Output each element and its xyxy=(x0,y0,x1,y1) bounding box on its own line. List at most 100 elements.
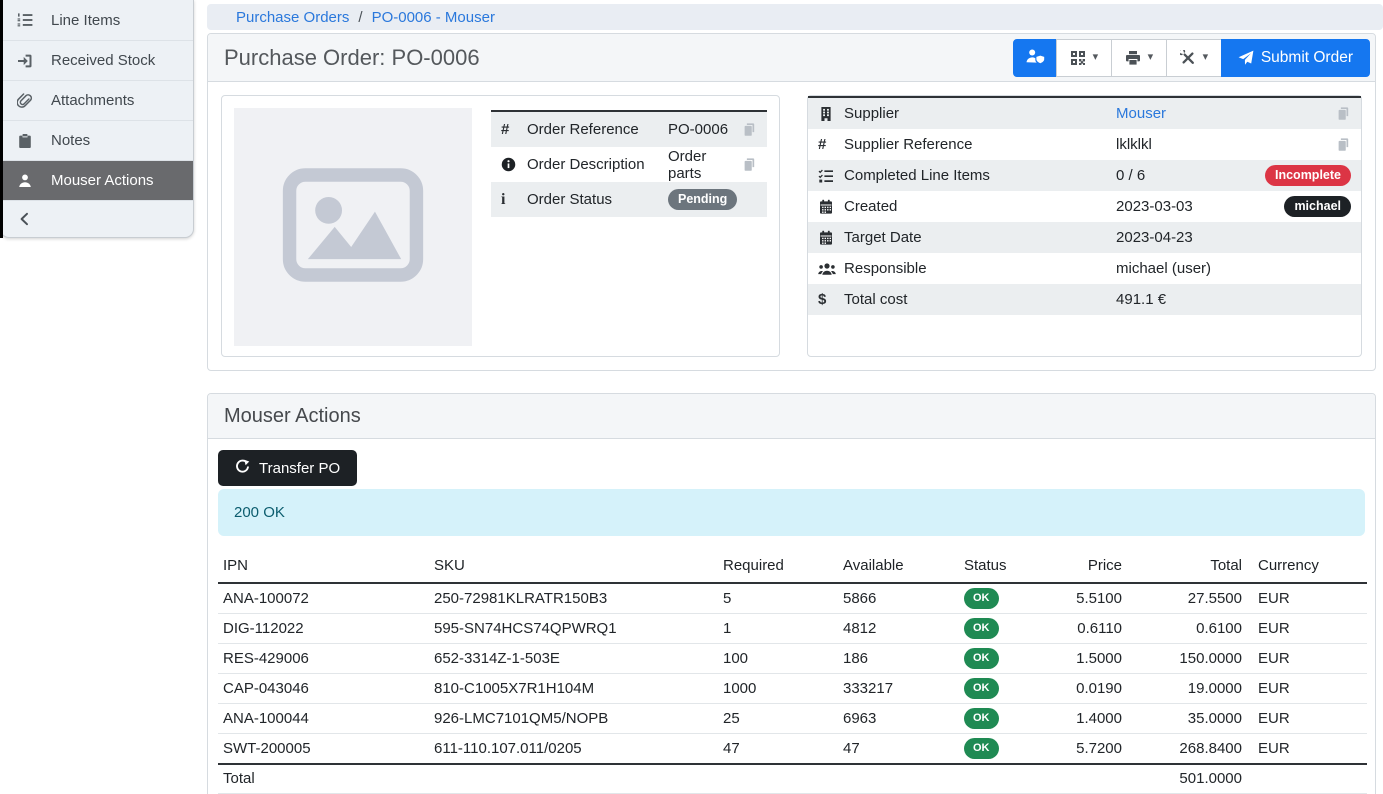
col-header-total: Total xyxy=(1124,554,1244,583)
cell-price: 0.0190 xyxy=(1041,673,1124,703)
cell-available: 333217 xyxy=(838,673,959,703)
cell-total: 150.0000 xyxy=(1124,643,1244,673)
status-alert: 200 OK xyxy=(218,489,1365,536)
cell-sku: 926-LMC7101QM5/NOPB xyxy=(429,703,718,733)
printer-icon xyxy=(1125,50,1141,66)
cell-currency: EUR xyxy=(1244,643,1367,673)
list-check-icon xyxy=(818,168,844,184)
cell-sku: 250-72981KLRATR150B3 xyxy=(429,583,718,613)
cell-available: 4812 xyxy=(838,613,959,643)
page: Line Items Received Stock Attachments No… xyxy=(0,0,1383,794)
col-header-price: Price xyxy=(1041,554,1124,583)
detail-label: Order Description xyxy=(527,156,668,173)
qrcode-icon xyxy=(1070,50,1086,66)
dollar-icon: $ xyxy=(818,291,844,308)
cell-status: OK xyxy=(959,733,1041,763)
list-ol-icon xyxy=(15,12,34,29)
order-details-table: # Order Reference PO-0006 xyxy=(491,110,767,344)
submit-order-button[interactable]: Submit Order xyxy=(1221,39,1370,77)
sidebar-collapse-button[interactable] xyxy=(1,200,193,237)
detail-row-total-cost: $ Total cost 491.1 € xyxy=(808,284,1361,315)
cell-status: OK xyxy=(959,643,1041,673)
cell-sku: 810-C1005X7R1H104M xyxy=(429,673,718,703)
print-actions-button[interactable]: ▾ xyxy=(1111,39,1167,77)
status-badge: Pending xyxy=(668,189,737,211)
copy-button[interactable] xyxy=(1336,106,1351,121)
breadcrumb: Purchase Orders / PO-0006 - Mouser xyxy=(207,4,1383,30)
supplier-link[interactable]: Mouser xyxy=(1116,105,1166,122)
info-icon: i xyxy=(501,191,527,209)
order-roles-button[interactable] xyxy=(1013,39,1057,77)
caret-down-icon: ▾ xyxy=(1148,52,1154,63)
cell-ipn: DIG-112022 xyxy=(218,613,429,643)
sidebar-item-line-items[interactable]: Line Items xyxy=(1,0,193,40)
order-image-placeholder[interactable] xyxy=(234,108,472,346)
cell-ipn: CAP-043046 xyxy=(218,673,429,703)
detail-value: 491.1 € xyxy=(1116,291,1351,308)
cell-total: 0.6100 xyxy=(1124,613,1244,643)
detail-row-supplier: Supplier Mouser xyxy=(808,98,1361,129)
sidebar-item-notes[interactable]: Notes xyxy=(1,120,193,160)
detail-row-created: Created 2023-03-03 michael xyxy=(808,191,1361,222)
detail-value: 2023-03-03 xyxy=(1116,198,1284,215)
table-row: RES-429006 652-3314Z-1-503E 100 186 OK 1… xyxy=(218,643,1367,673)
users-icon xyxy=(818,261,844,277)
cell-price: 5.5100 xyxy=(1041,583,1124,613)
detail-value: lklklkl xyxy=(1116,136,1336,153)
purchase-order-card-header: Purchase Order: PO-0006 ▾ xyxy=(208,34,1375,82)
copy-button[interactable] xyxy=(742,122,757,137)
ok-badge: OK xyxy=(964,618,999,639)
detail-value: 2023-04-23 xyxy=(1116,229,1351,246)
col-header-available: Available xyxy=(838,554,959,583)
caret-down-icon: ▾ xyxy=(1093,52,1099,63)
circle-info-icon xyxy=(501,157,527,172)
cell-required: 1 xyxy=(718,613,838,643)
breadcrumb-link-purchase-orders[interactable]: Purchase Orders xyxy=(236,9,349,26)
copy-button[interactable] xyxy=(742,157,757,172)
sidebar: Line Items Received Stock Attachments No… xyxy=(0,0,194,238)
rotate-icon xyxy=(235,459,250,478)
detail-label: Order Reference xyxy=(527,121,668,138)
cell-status: OK xyxy=(959,703,1041,733)
ok-badge: OK xyxy=(964,738,999,759)
sidebar-item-label: Line Items xyxy=(51,12,120,29)
cell-currency: EUR xyxy=(1244,703,1367,733)
col-header-currency: Currency xyxy=(1244,554,1367,583)
angle-left-icon xyxy=(17,211,33,227)
mouser-actions-body: Transfer PO 200 OK IPN SKU Required xyxy=(208,439,1375,794)
ok-badge: OK xyxy=(964,708,999,729)
cell-currency: EUR xyxy=(1244,673,1367,703)
caret-down-icon: ▾ xyxy=(1203,52,1209,63)
ok-badge: OK xyxy=(964,588,999,609)
cell-currency: EUR xyxy=(1244,613,1367,643)
sidebar-item-mouser-actions[interactable]: Mouser Actions xyxy=(1,160,193,200)
cell-price: 1.5000 xyxy=(1041,643,1124,673)
cell-required: 100 xyxy=(718,643,838,673)
cell-available: 5866 xyxy=(838,583,959,613)
sidebar-item-label: Mouser Actions xyxy=(51,172,154,189)
order-actions-button[interactable]: ▾ xyxy=(1166,39,1222,77)
alert-message: 200 OK xyxy=(234,504,285,521)
cell-currency: EUR xyxy=(1244,583,1367,613)
cell-required: 1000 xyxy=(718,673,838,703)
barcode-actions-button[interactable]: ▾ xyxy=(1056,39,1112,77)
detail-row-order-status: i Order Status Pending xyxy=(491,182,767,217)
detail-label: Supplier Reference xyxy=(844,136,1116,153)
breadcrumb-link-current[interactable]: PO-0006 - Mouser xyxy=(372,9,495,26)
cell-ipn: RES-429006 xyxy=(218,643,429,673)
building-icon xyxy=(818,106,844,122)
detail-label: Created xyxy=(844,198,1116,215)
col-header-required: Required xyxy=(718,554,838,583)
copy-button[interactable] xyxy=(1336,137,1351,152)
detail-label: Target Date xyxy=(844,229,1116,246)
cell-ipn: ANA-100072 xyxy=(218,583,429,613)
sidebar-item-received-stock[interactable]: Received Stock xyxy=(1,40,193,80)
detail-label: Responsible xyxy=(844,260,1116,277)
table-footer-row: Total 501.0000 xyxy=(218,764,1367,794)
section-title: Mouser Actions xyxy=(224,405,361,428)
hashtag-icon: # xyxy=(818,136,844,153)
transfer-po-button[interactable]: Transfer PO xyxy=(218,450,357,486)
table-row: CAP-043046 810-C1005X7R1H104M 1000 33321… xyxy=(218,673,1367,703)
mouser-actions-card: Mouser Actions Transfer PO 200 OK xyxy=(207,393,1376,794)
sidebar-item-attachments[interactable]: Attachments xyxy=(1,80,193,120)
